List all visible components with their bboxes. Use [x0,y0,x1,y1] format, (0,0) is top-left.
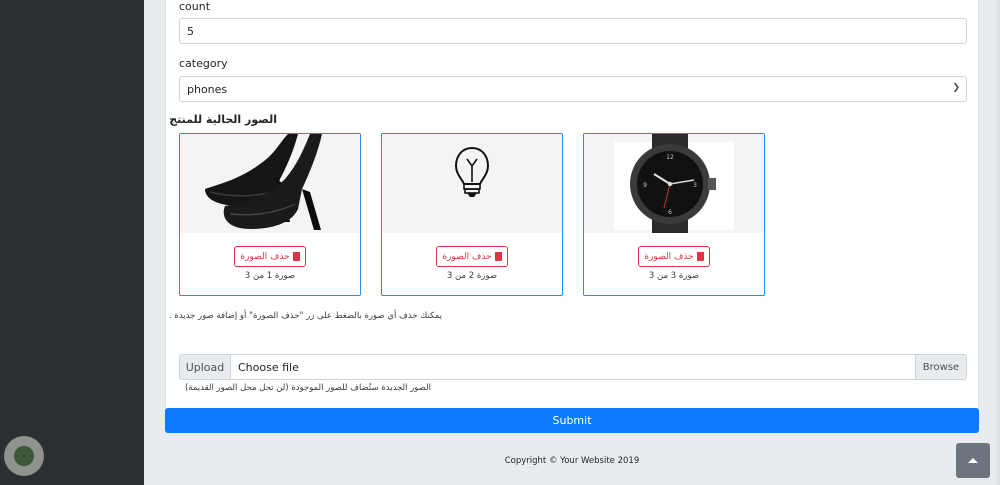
footer-copyright: Copyright © Your Website 2019 [504,456,640,466]
delete-image-button[interactable]: حذف الصورة [436,246,508,267]
image-card: حذف الصورة صورة 1 من 3 [179,133,361,296]
submit-button[interactable]: Submit [165,408,979,433]
trash-icon [494,252,502,261]
delete-hint-text: يمكنك حذف أي صورة بالضغط على زر "حذف الص… [168,311,442,321]
chevron-down-icon: ❯ [952,83,960,93]
delete-image-label: حذف الصورة [442,251,492,262]
scroll-to-top-button[interactable] [956,443,990,478]
count-input[interactable]: 5 [179,18,967,44]
trash-icon [292,252,300,261]
file-input[interactable]: Choose file [231,355,915,379]
main-content: count 5 category phones ❯ الصور الحالية … [144,0,1000,485]
trash-icon [696,252,704,261]
delete-image-label: حذف الصورة [240,251,290,262]
new-images-note: الصور الجديدة ستُضاف للصور الموجودة (لن … [184,383,431,393]
category-label: category [179,57,228,70]
svg-text:3: 3 [693,182,697,189]
delete-image-button[interactable]: حذف الصورة [638,246,710,267]
svg-text:12: 12 [666,154,674,161]
category-selected-value: phones [187,83,228,96]
delete-image-label: حذف الصورة [644,251,694,262]
product-image-heels [180,134,360,233]
category-select[interactable]: phones ❯ [179,76,967,102]
image-caption: صورة 1 من 3 [244,271,296,281]
delete-image-button[interactable]: حذف الصورة [234,246,306,267]
product-image-watch: 12 3 6 9 [584,134,764,233]
image-caption: صورة 3 من 3 [648,271,700,281]
svg-text:6: 6 [668,209,672,216]
chevron-up-icon [968,458,978,463]
image-card: 12 3 6 9 حذف الصورة صورة 3 من 3 [583,133,765,296]
image-card: حذف الصورة صورة 2 من 3 [381,133,563,296]
current-images-heading: الصور الحالية للمنتج [169,113,277,126]
file-upload-group[interactable]: Upload Choose file Browse [179,354,967,380]
sidebar [0,0,144,485]
count-label: count [179,0,211,13]
product-image-bulb [382,134,562,233]
svg-text:9: 9 [643,182,647,189]
browse-button[interactable]: Browse [915,355,966,379]
image-caption: صورة 2 من 3 [446,271,498,281]
upload-addon: Upload [180,355,231,379]
logo-icon [4,436,44,476]
product-form-card: count 5 category phones ❯ الصور الحالية … [165,0,979,408]
